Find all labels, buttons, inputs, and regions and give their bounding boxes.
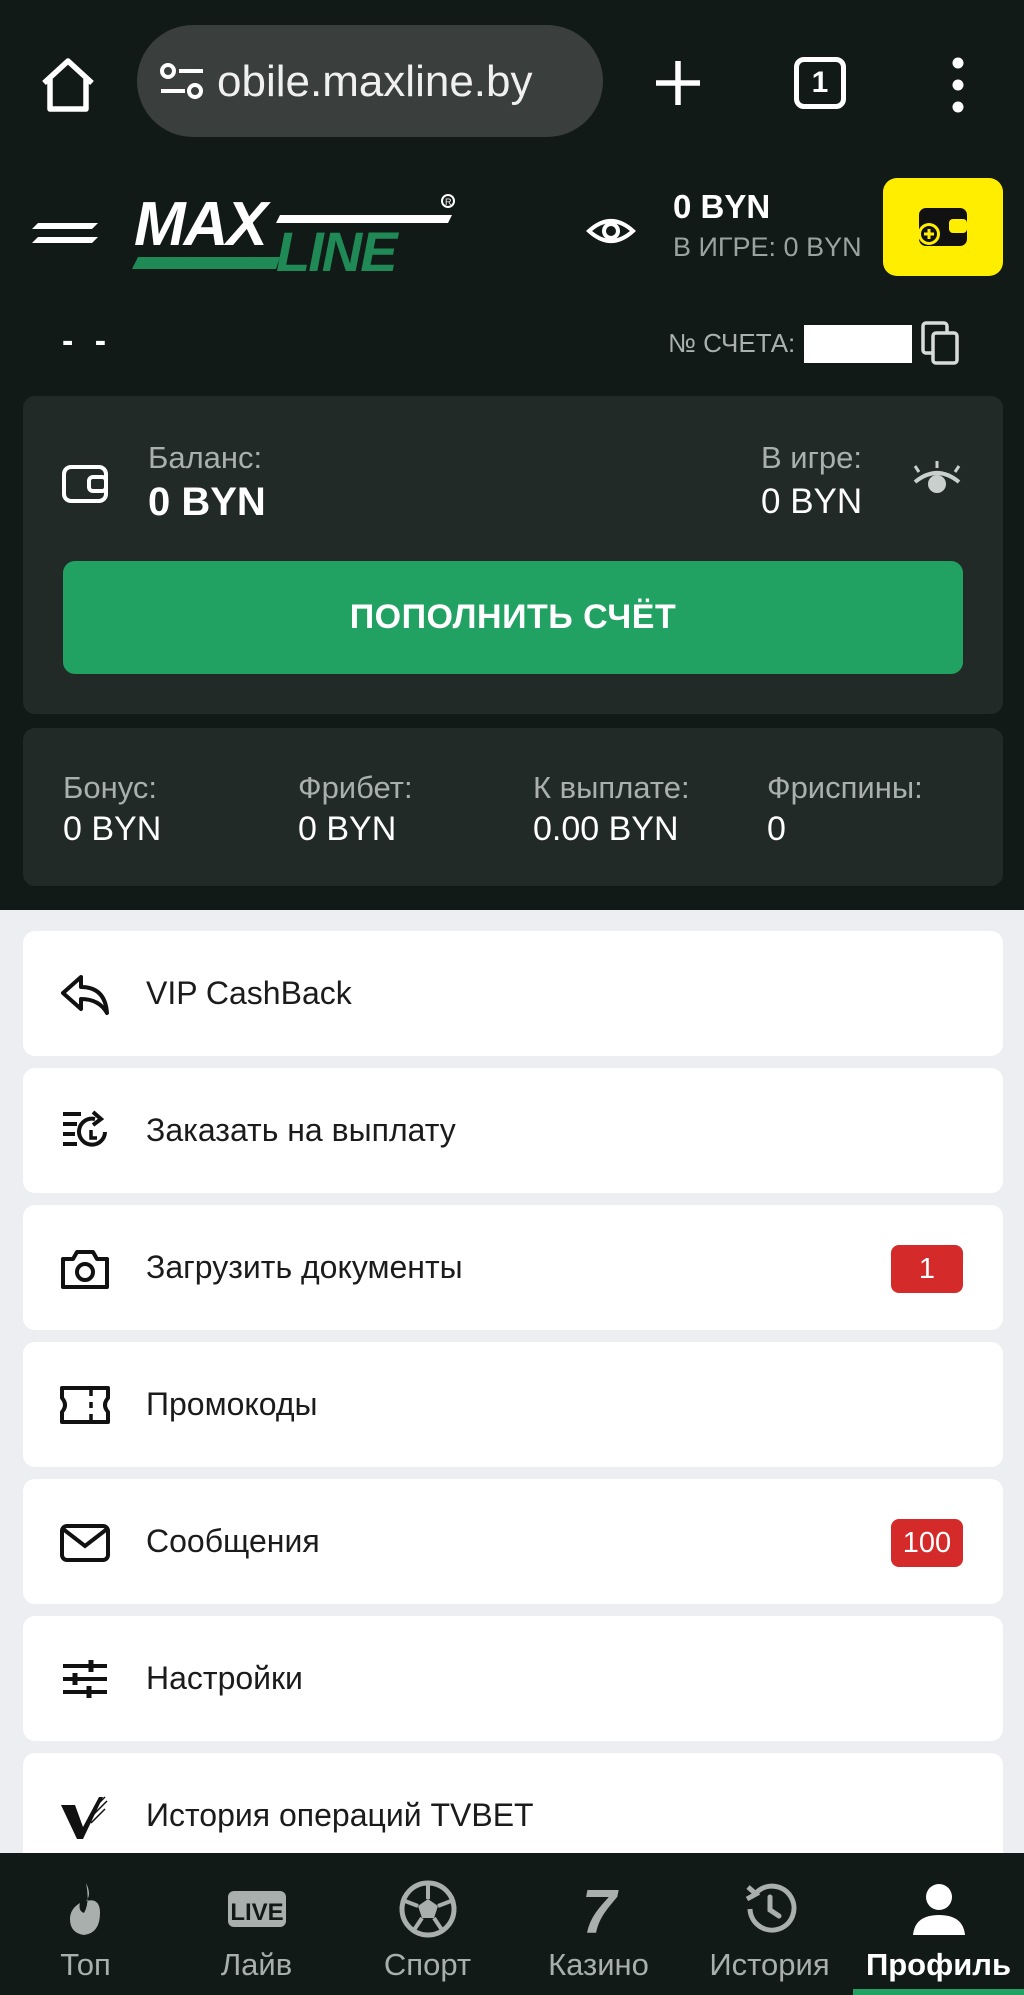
nav-label: История [709,1947,830,1982]
stat-freebet: Фрибет: 0 BYN [298,768,413,850]
balance-label: Баланс: [148,440,263,475]
flame-icon [69,1883,100,1935]
menu-item-vip-cashback[interactable]: VIP CashBack [23,931,1003,1056]
nav-label: Топ [60,1947,111,1982]
menu-item-payout-request[interactable]: Заказать на выплату [23,1068,1003,1193]
payout-request-icon [63,1110,107,1147]
stat-value: 0 BYN [63,810,162,848]
soccer-ball-icon [399,1880,456,1938]
home-icon[interactable] [38,55,98,115]
browser-toolbar: obile.maxline.by 1 [0,0,1024,165]
nav-label: Казино [548,1947,649,1982]
stat-payout: К выплате: 0.00 BYN [533,768,690,850]
user-icon [912,1884,965,1935]
menu-item-label: Заказать на выплату [146,1112,456,1148]
balance-card: Баланс: 0 BYN В игре: 0 BYN ПОПОЛНИТЬ СЧ… [23,396,1003,714]
logo-max: MAX [134,190,271,259]
menu-item-label: VIP CashBack [146,975,352,1011]
stat-value: 0.00 BYN [533,810,679,848]
eye-icon[interactable] [585,205,637,257]
tab-switcher-button[interactable]: 1 [794,57,846,109]
stat-label: Фрибет: [298,770,413,805]
menu-item-label: Сообщения [146,1523,320,1559]
bottom-navigation: Топ LIVE Лайв Спорт 7 Казино История Про… [0,1853,1024,1995]
deposit-wallet-button[interactable] [883,178,1003,276]
svg-text:LIVE: LIVE [230,1899,283,1926]
nav-top[interactable]: Топ [0,1853,171,1995]
account-name: - - [62,322,113,360]
sliders-icon [63,1660,107,1698]
stat-label: К выплате: [533,770,690,805]
more-vert-icon[interactable] [940,55,976,115]
notification-badge: 100 [891,1519,963,1567]
nav-label: Профиль [865,1947,1012,1982]
address-bar[interactable]: obile.maxline.by [137,25,603,137]
menu-item-messages[interactable]: Сообщения 100 [23,1479,1003,1604]
nav-label: Спорт [383,1947,472,1982]
maxline-logo[interactable]: MAX LINE R [130,187,460,279]
balance-value: 0 BYN [148,480,266,524]
topup-account-button[interactable]: ПОПОЛНИТЬ СЧЁТ [63,561,963,674]
stat-label: Бонус: [63,770,157,805]
seven-icon: 7 [581,1879,618,1939]
header-balance: 0 BYN [673,188,771,225]
reply-arrow-icon [61,975,109,1015]
tvbet-logo-icon [61,1796,108,1839]
eye-hide-icon[interactable] [911,460,963,500]
account-number-label: № СЧЕТА: [668,328,796,358]
svg-text:R: R [445,197,452,207]
menu-burger-icon[interactable] [30,215,100,251]
stat-bonus: Бонус: 0 BYN [63,768,161,850]
wallet-icon [62,465,108,503]
menu-item-label: Загрузить документы [146,1249,463,1285]
camera-icon [61,1250,109,1289]
url-text[interactable]: obile.maxline.by [217,54,587,110]
stat-label: Фриспины: [767,770,923,805]
envelope-icon [60,1524,110,1562]
menu-item-label: Промокоды [146,1386,318,1422]
site-settings-icon[interactable] [159,61,205,101]
nav-sport[interactable]: Спорт [342,1853,513,1995]
stat-freespins: Фриспины: 0 [767,768,923,850]
live-icon: LIVE [227,1891,286,1927]
logo-line: LINE [276,220,399,279]
in-game-value: 0 BYN [761,482,863,521]
menu-item-label: Настройки [146,1660,303,1696]
nav-history[interactable]: История [684,1853,855,1995]
nav-profile[interactable]: Профиль [853,1853,1024,1995]
account-number-redacted [804,325,912,363]
nav-casino[interactable]: 7 Казино [513,1853,684,1995]
bonus-stats-card: Бонус: 0 BYN Фрибет: 0 BYN К выплате: 0.… [23,728,1003,886]
in-game-label: В игре: [761,440,863,475]
nav-live[interactable]: LIVE Лайв [171,1853,342,1995]
notification-badge: 1 [891,1245,963,1293]
header-in-game: В ИГРЕ: 0 BYN [673,232,862,262]
svg-text:7: 7 [581,1879,618,1939]
nav-label: Лайв [220,1947,293,1982]
wallet-plus-icon [918,208,967,246]
active-tab-indicator [853,1989,1024,1995]
stat-value: 0 BYN [298,810,397,848]
copy-icon[interactable] [920,320,960,366]
menu-item-upload-documents[interactable]: Загрузить документы 1 [23,1205,1003,1330]
ticket-icon [60,1386,110,1424]
menu-item-promocodes[interactable]: Промокоды [23,1342,1003,1467]
new-tab-icon[interactable] [650,55,706,111]
menu-item-settings[interactable]: Настройки [23,1616,1003,1741]
history-clock-icon [745,1883,796,1933]
stat-value: 0 [767,810,786,848]
app-header: MAX LINE R 0 BYN В ИГРЕ: 0 BYN [0,165,1024,305]
